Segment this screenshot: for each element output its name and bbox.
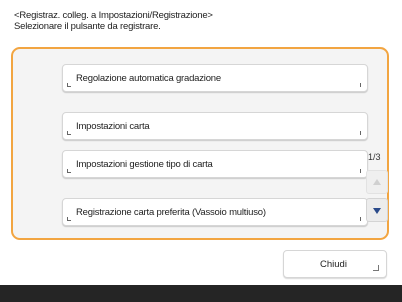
item-corner-mark: [67, 169, 71, 173]
list-item-label: Impostazioni carta: [76, 121, 150, 132]
list-item-carta-preferita[interactable]: Registrazione carta preferita (Vassoio m…: [62, 198, 368, 226]
corner-mark-icon: [373, 265, 379, 271]
item-corner-mark: [67, 217, 71, 221]
list-item-label: Registrazione carta preferita (Vassoio m…: [76, 207, 266, 218]
page-indicator: 1/3: [368, 152, 381, 162]
close-button[interactable]: Chiudi: [283, 250, 387, 278]
item-tick-mark: [360, 169, 361, 173]
item-tick-mark: [360, 131, 361, 135]
list-item-gestione-tipo-carta[interactable]: Impostazioni gestione tipo di carta: [62, 150, 368, 178]
close-button-label: Chiudi: [320, 259, 347, 270]
scroll-up-button[interactable]: [366, 170, 388, 194]
header-title: <Registraz. colleg. a Impostazioni/Regis…: [14, 10, 213, 21]
list-item-label: Impostazioni gestione tipo di carta: [76, 159, 213, 170]
triangle-up-icon: [373, 179, 381, 185]
list-item-label: Regolazione automatica gradazione: [76, 73, 221, 84]
triangle-down-icon: [373, 208, 381, 214]
instruction-header: <Registraz. colleg. a Impostazioni/Regis…: [14, 10, 394, 32]
list-item-regolazione-gradazione[interactable]: Regolazione automatica gradazione: [62, 64, 368, 92]
scroll-down-button[interactable]: [366, 198, 388, 222]
header-instruction: Selezionare il pulsante da registrare.: [14, 21, 161, 32]
item-corner-mark: [67, 131, 71, 135]
item-tick-mark: [360, 217, 361, 221]
list-item-impostazioni-carta[interactable]: Impostazioni carta: [62, 112, 368, 140]
settings-list-panel: Regolazione automatica gradazione Impost…: [11, 47, 389, 240]
bottom-status-bar: [0, 285, 402, 302]
item-tick-mark: [360, 83, 361, 87]
item-corner-mark: [67, 83, 71, 87]
